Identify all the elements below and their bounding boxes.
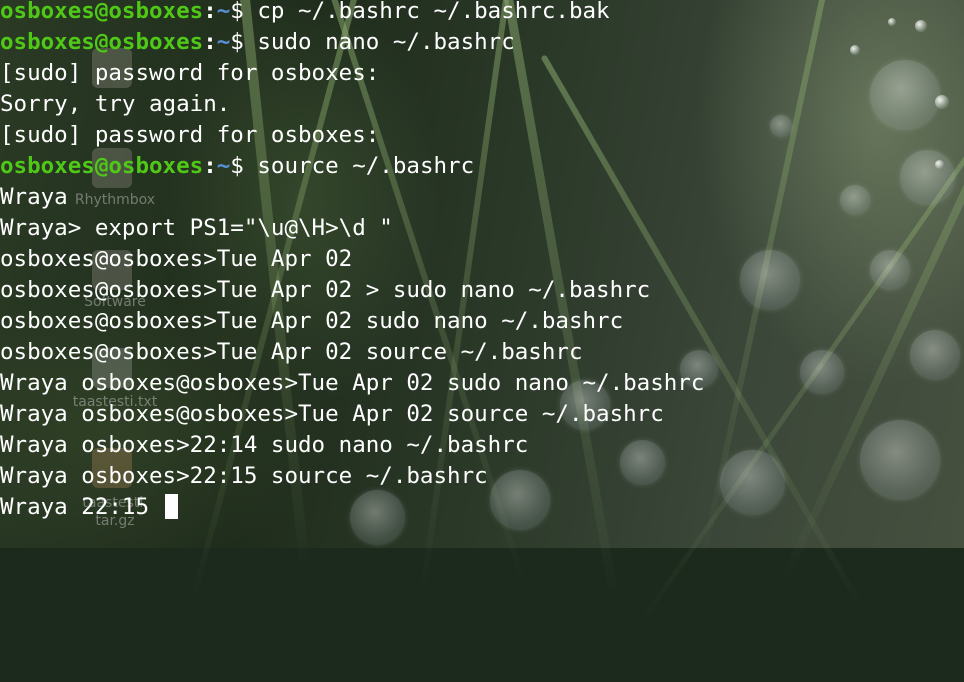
terminal-line: Wraya osboxes>22:14 sudo nano ~/.bashrc (0, 432, 529, 458)
terminal-line: Wraya osboxes>22:15 source ~/.bashrc (0, 463, 488, 489)
terminal-line: osboxes@osboxes:~$ source ~/.bashrc (0, 151, 474, 182)
terminal-line: Wraya (0, 184, 68, 210)
prompt-separator: : (203, 153, 217, 179)
command-text: cp ~/.bashrc ~/.bashrc.bak (257, 0, 610, 24)
command-text: sudo nano ~/.bashrc (257, 29, 515, 55)
prompt-user: osboxes@osboxes (0, 153, 204, 179)
terminal-line: osboxes@osboxes>Tue Apr 02 sudo nano ~/.… (0, 308, 624, 334)
command-text: source ~/.bashrc (257, 153, 475, 179)
terminal-line: osboxes@osboxes>Tue Apr 02 source ~/.bas… (0, 339, 583, 365)
prompt-path: ~ (216, 153, 231, 179)
current-prompt: Wraya 22:15 (0, 494, 163, 520)
terminal-line: Wraya> export PS1="\u@\H>\d " (0, 215, 393, 241)
prompt-path: ~ (216, 0, 231, 24)
terminal-line: osboxes@osboxes:~$ cp ~/.bashrc ~/.bashr… (0, 0, 610, 27)
prompt-dollar: $ (230, 29, 258, 55)
prompt-user: osboxes@osboxes (0, 0, 204, 24)
terminal-line: osboxes@osboxes>Tue Apr 02 (0, 246, 353, 272)
prompt-dollar: $ (230, 153, 258, 179)
prompt-separator: : (203, 29, 217, 55)
terminal-output[interactable]: osboxes@osboxes:~$ cp ~/.bashrc ~/.bashr… (0, 0, 964, 548)
terminal-input-line[interactable]: Wraya 22:15 (0, 492, 178, 523)
terminal-line: Wraya osboxes@osboxes>Tue Apr 02 source … (0, 401, 664, 427)
terminal-line: [sudo] password for osboxes: (0, 60, 380, 86)
prompt-separator: : (203, 0, 217, 24)
terminal-line: osboxes@osboxes:~$ sudo nano ~/.bashrc (0, 27, 515, 58)
terminal-line: Sorry, try again. (0, 91, 231, 117)
terminal-line: osboxes@osboxes>Tue Apr 02 > sudo nano ~… (0, 277, 651, 303)
text-cursor (164, 494, 178, 519)
prompt-dollar: $ (230, 0, 258, 24)
prompt-path: ~ (216, 29, 231, 55)
prompt-user: osboxes@osboxes (0, 29, 204, 55)
terminal-line: Wraya osboxes@osboxes>Tue Apr 02 sudo na… (0, 370, 705, 396)
terminal-line: [sudo] password for osboxes: (0, 122, 380, 148)
